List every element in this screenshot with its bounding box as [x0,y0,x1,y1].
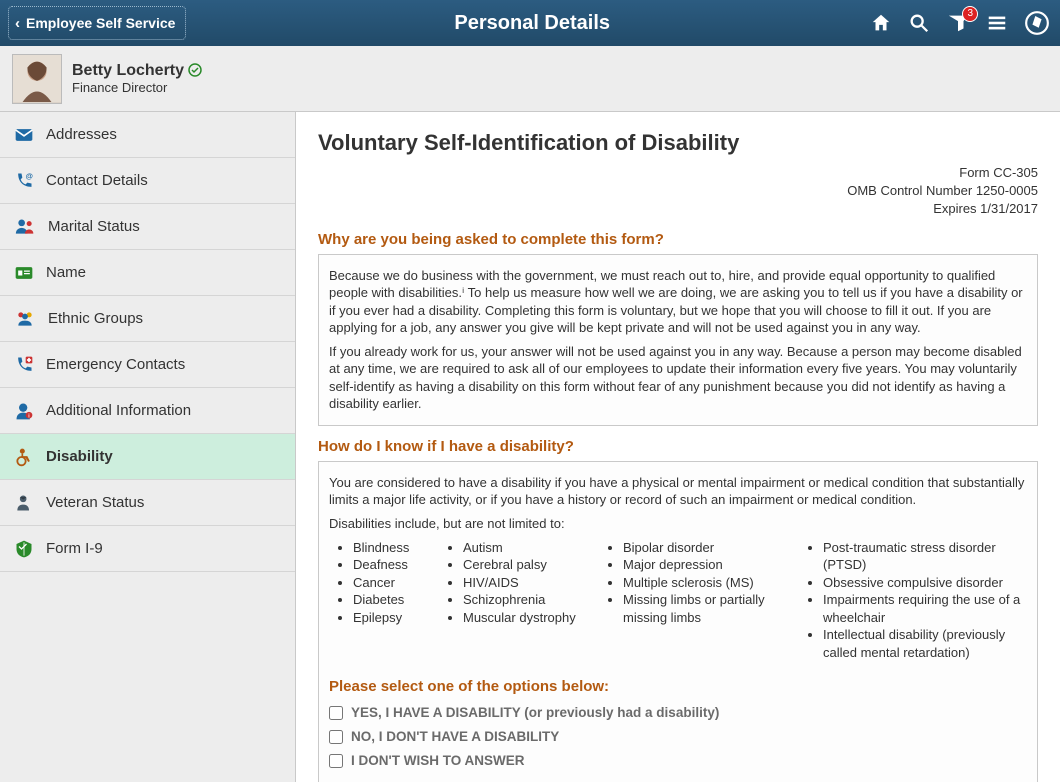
option-label: I DON'T WISH TO ANSWER [351,752,524,770]
sidebar-item-disability[interactable]: Disability [0,434,295,480]
form-meta: Form CC-305 OMB Control Number 1250-0005… [318,164,1038,219]
option-yes[interactable]: YES, I HAVE A DISABILITY (or previously … [329,704,1027,722]
option-no-checkbox[interactable] [329,730,343,744]
section2-p2: Disabilities include, but are not limite… [329,515,1027,533]
section2-p1: You are considered to have a disability … [329,474,1027,509]
sidebar-item-label: Form I-9 [46,540,103,557]
list-item: Deafness [353,556,439,574]
sidebar-item-label: Emergency Contacts [46,356,185,373]
sidebar: Addresses @ Contact Details Marital Stat… [0,112,296,782]
section1-box: Because we do business with the governme… [318,254,1038,426]
expiry: Expires 1/31/2017 [318,200,1038,218]
list-item: HIV/AIDS [463,574,599,592]
sidebar-item-label: Ethnic Groups [48,310,143,327]
search-icon[interactable] [908,12,930,34]
back-button[interactable]: ‹ Employee Self Service [8,6,186,40]
sidebar-item-label: Disability [46,448,113,465]
top-icons: 3 [870,0,1060,46]
menu-icon[interactable] [986,12,1008,34]
home-icon[interactable] [870,12,892,34]
sidebar-item-label: Contact Details [46,172,148,189]
sidebar-item-veteran-status[interactable]: Veteran Status [0,480,295,526]
option-decline[interactable]: I DON'T WISH TO ANSWER [329,752,1027,770]
list-item: Diabetes [353,591,439,609]
option-label: NO, I DON'T HAVE A DISABILITY [351,728,559,746]
select-prompt: Please select one of the options below: [329,677,1027,697]
user-title: Finance Director [72,80,202,95]
svg-text:@: @ [26,171,33,180]
section1-p1: Because we do business with the governme… [329,267,1027,337]
sidebar-item-label: Marital Status [48,218,140,235]
option-no[interactable]: NO, I DON'T HAVE A DISABILITY [329,728,1027,746]
option-label: YES, I HAVE A DISABILITY (or previously … [351,704,719,722]
page-title-banner: Personal Details [194,12,870,35]
notifications-icon[interactable]: 3 [946,12,970,34]
form-number: Form CC-305 [318,164,1038,182]
user-header: Betty Locherty Finance Director [0,46,1060,112]
list-item: Intellectual disability (previously call… [823,626,1027,661]
content-area: Addresses @ Contact Details Marital Stat… [0,112,1060,782]
sidebar-item-ethnic-groups[interactable]: Ethnic Groups [0,296,295,342]
sidebar-item-emergency-contacts[interactable]: Emergency Contacts [0,342,295,388]
sidebar-item-additional-information[interactable]: i Additional Information [0,388,295,434]
sidebar-item-label: Name [46,264,86,281]
list-item: Autism [463,539,599,557]
list-item: Muscular dystrophy [463,609,599,627]
sidebar-item-label: Veteran Status [46,494,144,511]
list-item: Bipolar disorder [623,539,799,557]
user-name: Betty Locherty [72,62,202,80]
omb-number: OMB Control Number 1250-0005 [318,182,1038,200]
list-item: Epilepsy [353,609,439,627]
notification-badge: 3 [962,6,978,22]
sidebar-item-contact-details[interactable]: @ Contact Details [0,158,295,204]
section1-p2: If you already work for us, your answer … [329,343,1027,413]
sidebar-item-addresses[interactable]: Addresses [0,112,295,158]
sidebar-item-form-i9[interactable]: Form I-9 [0,526,295,572]
sidebar-item-name[interactable]: Name [0,250,295,296]
section2-box: You are considered to have a disability … [318,461,1038,782]
top-banner: ‹ Employee Self Service Personal Details… [0,0,1060,46]
list-item: Impairments requiring the use of a wheel… [823,591,1027,626]
sidebar-item-label: Addresses [46,126,117,143]
option-decline-checkbox[interactable] [329,754,343,768]
list-item: Obsessive compulsive disorder [823,574,1027,592]
back-label: Employee Self Service [26,15,175,31]
chevron-left-icon: ‹ [15,15,20,32]
main-panel: Voluntary Self-Identification of Disabil… [296,112,1060,782]
list-item: Major depression [623,556,799,574]
list-item: Multiple sclerosis (MS) [623,574,799,592]
option-yes-checkbox[interactable] [329,706,343,720]
list-item: Post-traumatic stress disorder (PTSD) [823,539,1027,574]
presence-icon [188,63,202,80]
list-item: Cancer [353,574,439,592]
page-heading: Voluntary Self-Identification of Disabil… [318,130,1038,156]
avatar [12,54,62,104]
user-text: Betty Locherty Finance Director [72,62,202,95]
sidebar-item-label: Additional Information [46,402,191,419]
list-item: Cerebral palsy [463,556,599,574]
compass-icon[interactable] [1024,10,1050,36]
section1-heading: Why are you being asked to complete this… [318,231,1038,248]
list-item: Missing limbs or partially missing limbs [623,591,799,626]
list-item: Blindness [353,539,439,557]
section2-heading: How do I know if I have a disability? [318,438,1038,455]
list-item: Schizophrenia [463,591,599,609]
sidebar-item-marital-status[interactable]: Marital Status [0,204,295,250]
disability-list: Blindness Deafness Cancer Diabetes Epile… [329,539,1027,662]
